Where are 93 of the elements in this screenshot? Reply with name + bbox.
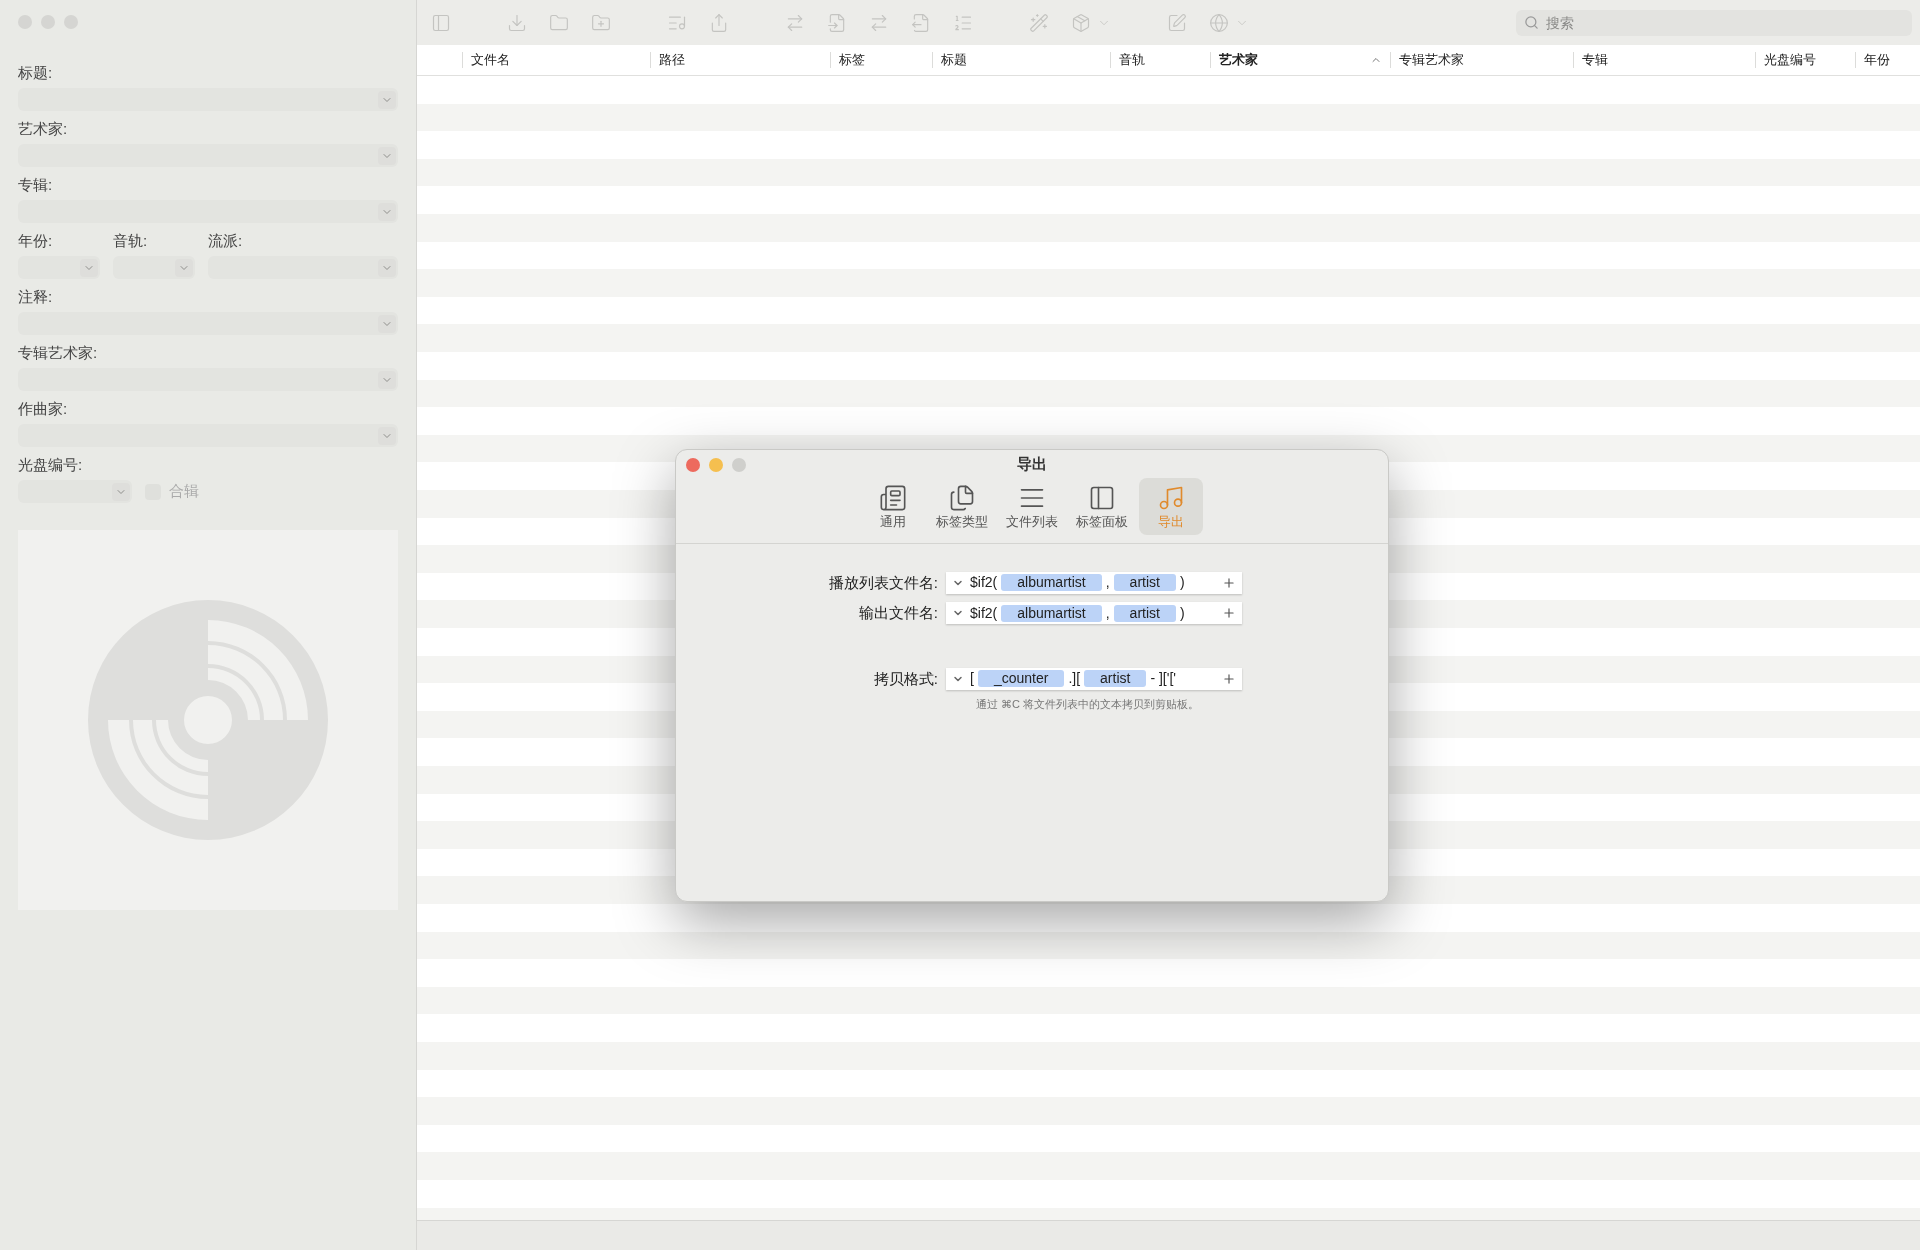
column-header[interactable]: 年份 [1855,52,1920,68]
format-text: $if2( [970,603,998,623]
panel-icon [1088,484,1116,512]
dialog-title: 导出 [1017,453,1047,474]
dropdown-button[interactable] [112,482,130,501]
add-icon[interactable] [1222,575,1236,590]
edit-icon[interactable] [1167,12,1187,33]
combo-box[interactable] [18,368,398,391]
zoom-button[interactable] [732,458,746,472]
format-token[interactable]: artist [1113,604,1176,622]
format-text: ) [1179,603,1185,623]
column-header[interactable]: 文件名 [462,52,650,68]
share-icon[interactable] [709,12,729,33]
preferences-tab[interactable]: 标签类型 [929,478,995,535]
format-text: [ [970,669,974,689]
folder-plus-icon[interactable] [591,12,611,33]
column-header[interactable]: 专辑 [1573,52,1755,68]
dropdown-button[interactable] [378,146,396,165]
dropdown-button[interactable] [378,90,396,109]
combo-box[interactable] [18,200,398,223]
dropdown-button[interactable] [378,258,396,277]
minimize-button[interactable] [709,458,723,472]
column-header[interactable]: 专辑艺术家 [1390,52,1573,68]
field-label: 流派: [208,232,244,250]
format-text: , [1105,603,1110,623]
swap-icon[interactable] [869,12,889,33]
search-icon [1524,14,1539,30]
download-icon[interactable] [507,12,527,33]
format-text: $if2( [970,573,998,593]
field-label: 艺术家: [18,120,69,138]
combo-box[interactable] [113,256,195,279]
format-token[interactable]: albumartist [1001,604,1102,622]
combo-box[interactable] [18,88,398,111]
field-label: 注释: [18,288,54,306]
format-text: .][ [1068,669,1081,689]
dropdown-button[interactable] [378,314,396,333]
field-label: 播放列表文件名: [827,572,938,593]
magic-wand-icon[interactable] [1029,12,1049,33]
field-label: 专辑: [18,176,54,194]
dropdown-button[interactable] [80,258,98,277]
format-token[interactable]: _counter [977,670,1065,688]
globe-icon[interactable] [1209,12,1229,33]
column-header[interactable]: 音轨 [1110,52,1210,68]
music-list-icon [1157,484,1185,512]
column-header[interactable]: 标题 [932,52,1110,68]
folder-icon[interactable] [549,12,569,33]
column-header[interactable]: 路径 [650,52,830,68]
combo-box[interactable] [18,424,398,447]
format-text: - ]['[' [1150,669,1176,689]
dropdown-button[interactable] [378,370,396,389]
format-token-field[interactable]: $if2( albumartist , artist ) [946,571,1242,594]
field-label: 年份: [18,232,54,250]
format-token[interactable]: artist [1113,574,1176,592]
dropdown-button[interactable] [175,258,193,277]
checkbox-label: 合辑 [169,481,199,502]
field-label: 输出文件名: [857,603,938,623]
combo-box[interactable] [18,256,100,279]
field-label: 作曲家: [18,400,69,418]
format-token-field[interactable]: [ _counter .][ artist - ]['[' [946,667,1242,690]
format-text: ) [1179,573,1185,593]
format-token-field[interactable]: $if2( albumartist , artist ) [946,602,1242,625]
preferences-tab[interactable]: 标签面板 [1069,478,1135,535]
preferences-tab[interactable]: 文件列表 [999,478,1065,535]
close-button[interactable] [686,458,700,472]
file-export-icon[interactable] [911,12,931,33]
column-header[interactable]: 艺术家 [1210,52,1390,68]
format-token[interactable]: artist [1084,670,1147,688]
convert-icon[interactable] [785,12,805,33]
combo-box[interactable] [18,144,398,167]
column-header[interactable]: 标签 [830,52,932,68]
list-panel-icon [879,484,907,512]
combo-box[interactable] [18,480,132,503]
file-import-icon[interactable] [827,12,847,33]
documents-icon [948,484,976,512]
add-icon[interactable] [1222,671,1236,686]
box-icon[interactable] [1071,12,1091,33]
combo-box[interactable] [208,256,398,279]
dropdown-button[interactable] [378,202,396,221]
field-label: 标题: [18,64,54,82]
sidebar-icon[interactable] [431,12,451,33]
format-text: , [1105,573,1110,593]
search-field[interactable]: 搜索 [1516,9,1912,36]
field-label: 专辑艺术家: [18,344,99,362]
add-icon[interactable] [1222,606,1236,621]
format-token[interactable]: albumartist [1001,574,1102,592]
column-header[interactable]: 光盘编号 [1755,52,1855,68]
dropdown-button[interactable] [378,426,396,445]
hint-text: 通过 ⌘C 将文件列表中的文本拷贝到剪贴板。 [976,697,1200,712]
field-label: 拷贝格式: [872,668,938,689]
preferences-tab[interactable]: 通用 [861,478,925,535]
combo-box[interactable] [18,312,398,335]
field-label: 光盘编号: [18,456,84,474]
field-label: 音轨: [113,232,149,250]
